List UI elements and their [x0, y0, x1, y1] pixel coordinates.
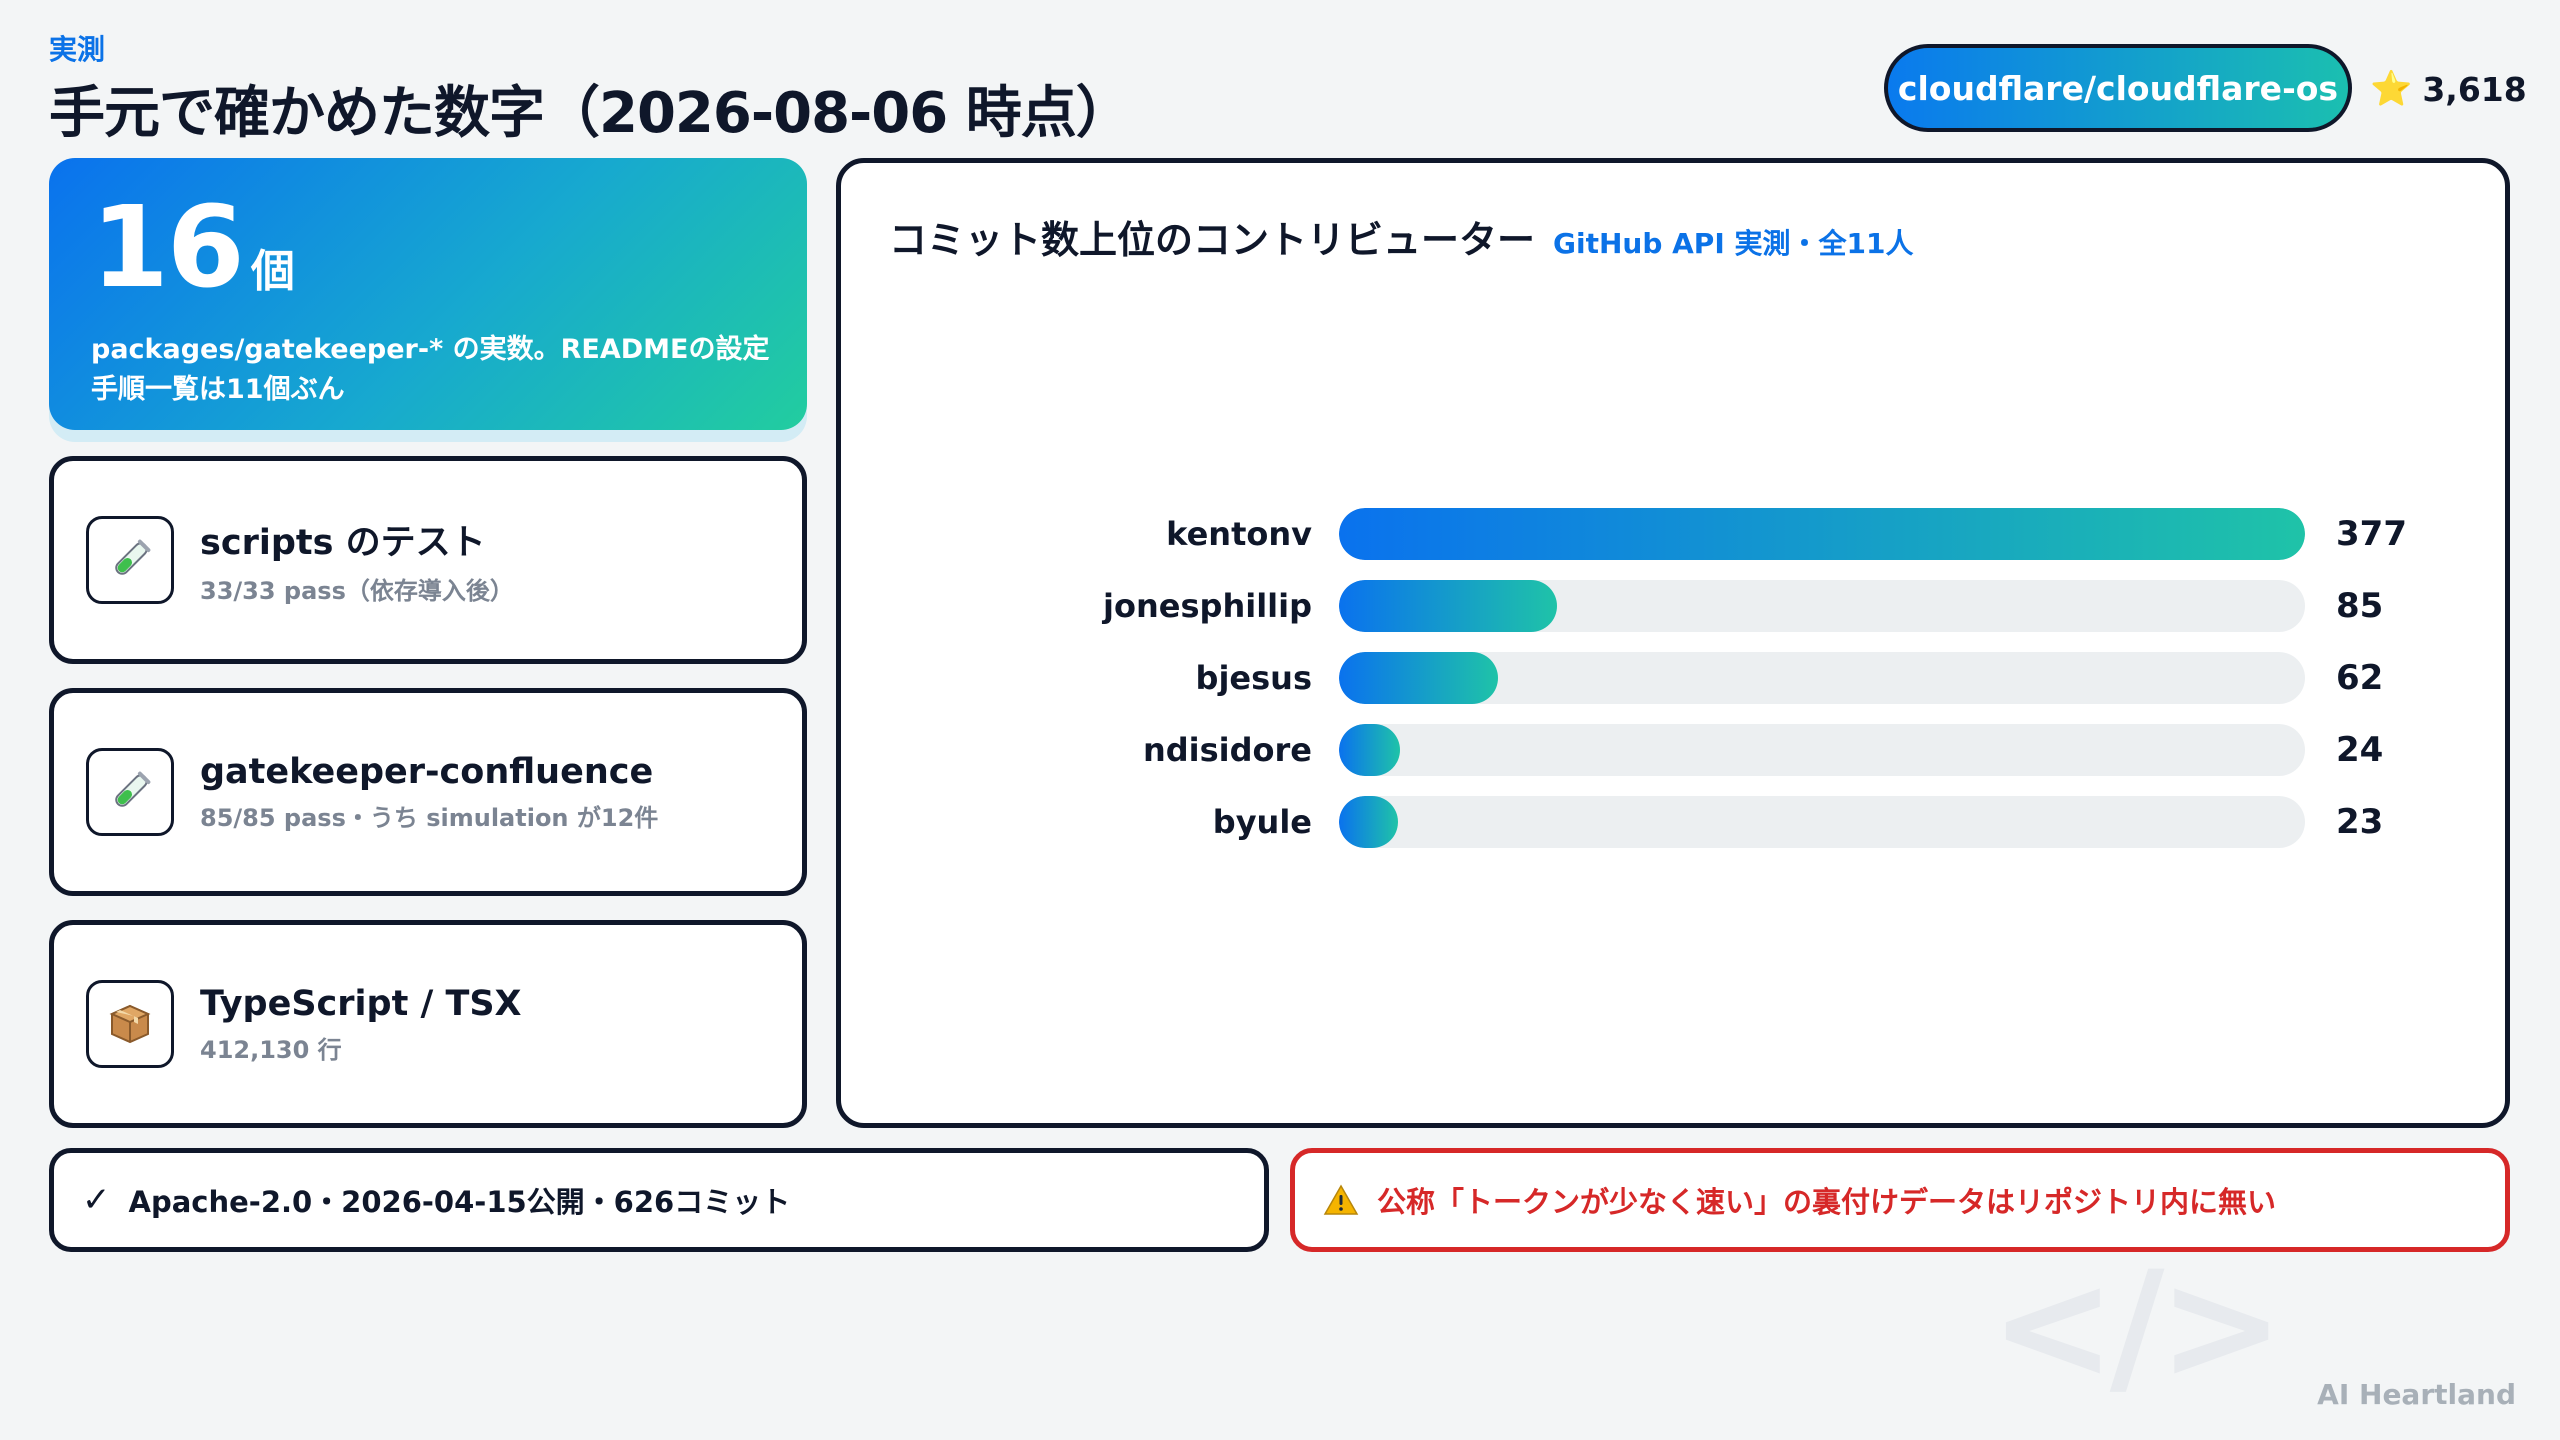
stat-card-typescript-loc: TypeScript / TSX 412,130 行: [49, 920, 807, 1128]
bar-track: [1339, 508, 2305, 560]
bar-label: kentonv: [1166, 515, 1312, 553]
bar-row: bjesus 62: [841, 652, 2515, 704]
bar: [1339, 796, 1398, 848]
bar-row: ndisidore 24: [841, 724, 2515, 776]
stat-card-scripts-tests: scripts のテスト 33/33 pass（依存導入後）: [49, 456, 807, 664]
stat-card-gatekeeper-confluence: gatekeeper-confluence 85/85 pass・うち simu…: [49, 688, 807, 896]
bar-track: [1339, 652, 2305, 704]
bar-row: jonesphillip 85: [841, 580, 2515, 632]
bar-track: [1339, 724, 2305, 776]
page-title: 手元で確かめた数字（2026-08-06 時点）: [49, 81, 1132, 146]
star-count-value: 3,618: [2422, 69, 2527, 109]
hero-description: packages/gatekeeper-* の実数。READMEの設定手順一覧は…: [91, 334, 770, 405]
test-tube-icon: [86, 516, 174, 604]
bar: [1339, 724, 1401, 776]
bar-value-label: 377: [2336, 514, 2407, 554]
chart-subtitle: GitHub API 実測・全11人: [1553, 227, 1914, 260]
brand-logo: AI Heartland: [2317, 1378, 2516, 1411]
chart-title: コミット数上位のコントリビューター: [889, 218, 1536, 262]
stat-title: TypeScript / TSX: [200, 983, 522, 1024]
repo-badge[interactable]: cloudflare/cloudflare-os: [1884, 44, 2352, 132]
code-watermark-icon: </>: [1990, 1240, 2284, 1414]
warning-text: 公称「トークンが少なく速い」の裏付けデータはリポジトリ内に無い: [1377, 1185, 2277, 1219]
bar-value-label: 62: [2336, 658, 2384, 698]
stat-subtitle: 33/33 pass（依存導入後）: [200, 577, 514, 605]
bar-value-label: 24: [2336, 730, 2384, 770]
bar-value-label: 85: [2336, 586, 2384, 626]
bar-value-label: 23: [2336, 802, 2384, 842]
bar-label: ndisidore: [1142, 731, 1312, 769]
star-count: ⭐ 3,618: [2370, 64, 2527, 114]
bar: [1339, 508, 2305, 560]
warning-icon: [1323, 1184, 1359, 1216]
bar-label: byule: [1212, 803, 1312, 841]
bar-label: bjesus: [1195, 659, 1312, 697]
bar-label: jonesphillip: [1103, 587, 1312, 625]
bar: [1339, 580, 1557, 632]
bar-row: kentonv 377: [841, 508, 2515, 560]
section-label: 実測: [49, 33, 106, 66]
stat-subtitle: 412,130 行: [200, 1035, 342, 1064]
license-text: Apache-2.0・2026-04-15公開・626コミット: [128, 1185, 791, 1219]
bar-row: byule 23: [841, 796, 2515, 848]
stat-title: scripts のテスト: [200, 523, 486, 563]
hero-stat-card: 16 個 packages/gatekeeper-* の実数。READMEの設定…: [49, 158, 807, 430]
bar-track: [1339, 580, 2305, 632]
stat-subtitle: 85/85 pass・うち simulation が12件: [200, 803, 659, 832]
license-info: ✓ Apache-2.0・2026-04-15公開・626コミット: [49, 1148, 1269, 1252]
test-tube-icon: [86, 748, 174, 836]
package-icon: [86, 980, 174, 1068]
contributors-chart-card: コミット数上位のコントリビューター GitHub API 実測・全11人 ken…: [836, 158, 2510, 1128]
bar-track: [1339, 796, 2305, 848]
hero-unit: 個: [250, 246, 295, 297]
warning-note: 公称「トークンが少なく速い」の裏付けデータはリポジトリ内に無い: [1290, 1148, 2510, 1252]
check-icon: ✓: [82, 1180, 111, 1220]
bar: [1339, 652, 1498, 704]
stat-title: gatekeeper-confluence: [200, 751, 654, 792]
hero-value: 16: [91, 183, 245, 313]
star-icon: ⭐: [2370, 69, 2413, 109]
